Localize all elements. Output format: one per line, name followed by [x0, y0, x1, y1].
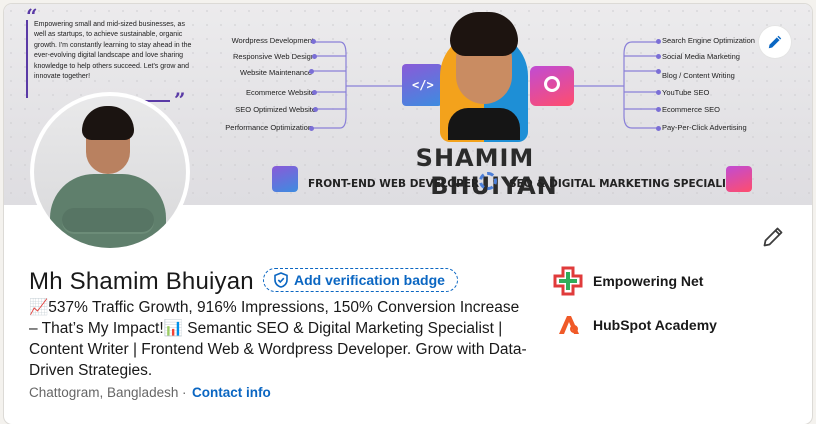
skill-node	[656, 107, 661, 112]
cross-logo-icon	[553, 266, 583, 296]
skill-node	[309, 126, 314, 131]
profile-name: Mh Shamim Bhuiyan	[29, 268, 254, 295]
pencil-icon	[768, 35, 782, 49]
shield-check-icon	[274, 272, 288, 288]
edit-profile-button[interactable]	[760, 224, 786, 250]
profile-card: “ Empowering small and mid-sized busines…	[4, 4, 812, 424]
contact-info-link[interactable]: Contact info	[192, 385, 271, 400]
add-verification-badge-button[interactable]: Add verification badge	[263, 268, 458, 292]
code-window-icon: </>	[402, 64, 442, 106]
skill-node	[656, 54, 661, 59]
skill-node	[311, 39, 316, 44]
hubspot-academy-icon	[553, 310, 583, 340]
experience-item[interactable]: Empowering Net	[553, 266, 703, 296]
skill-node	[656, 39, 661, 44]
right-connector	[623, 41, 659, 129]
banner-tagline-left: FRONT-END WEB DEVELOPER	[308, 178, 480, 190]
experience-name: Empowering Net	[593, 273, 704, 289]
skill-node	[312, 54, 317, 59]
banner-tagline-right: SEO & DIGITAL MARKETING SPECIALIST	[509, 178, 741, 190]
right-skill: Blog / Content Writing	[662, 71, 735, 80]
avatar-photo	[34, 96, 186, 248]
left-skill: Performance Optimization	[225, 123, 312, 132]
skill-node	[313, 107, 318, 112]
skill-node	[656, 126, 661, 131]
gear-icon	[479, 172, 497, 190]
right-skill: Search Engine Optimization	[662, 36, 755, 45]
skill-node	[312, 90, 317, 95]
left-skill: Wordpress Development	[231, 36, 314, 45]
right-skill: Ecommerce SEO	[662, 105, 720, 114]
profile-avatar[interactable]	[30, 92, 190, 252]
left-skill: Ecommerce Website	[245, 88, 315, 97]
left-skill: SEO Optimized Website	[235, 105, 316, 114]
banner-portrait	[440, 12, 528, 142]
verification-label: Add verification badge	[294, 272, 445, 288]
experience-item[interactable]: HubSpot Academy	[553, 310, 717, 340]
location-separator: ·	[182, 385, 187, 400]
skill-node	[309, 69, 314, 74]
skill-node	[656, 90, 661, 95]
developer-icon	[272, 166, 298, 192]
profile-location: Chattogram, Bangladesh	[29, 385, 179, 400]
left-skill: Responsive Web Design	[233, 52, 315, 61]
left-skill: Website Maintenance	[240, 68, 312, 77]
seo-target-icon	[530, 66, 574, 106]
right-skill: Social Media Marketing	[662, 52, 740, 61]
marketing-icon	[726, 166, 752, 192]
right-skill: YouTube SEO	[662, 88, 710, 97]
right-skill: Pay-Per-Click Advertising	[662, 123, 747, 132]
skill-node	[656, 69, 661, 74]
pencil-icon	[763, 227, 783, 247]
banner-name: SHAMIMBHUIYAN	[415, 144, 558, 200]
left-connector	[312, 41, 347, 129]
experience-name: HubSpot Academy	[593, 317, 717, 333]
profile-headline: 📈537% Traffic Growth, 916% Impressions, …	[29, 299, 527, 379]
edit-banner-button[interactable]	[759, 26, 791, 58]
